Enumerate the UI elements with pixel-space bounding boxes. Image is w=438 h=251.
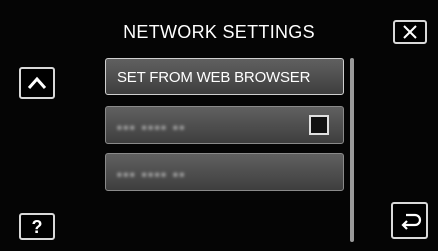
menu-item-2[interactable]: ▪▪▪ ▪▪▪▪ ▪▪ xyxy=(105,106,344,144)
menu-item-label: ▪▪▪ ▪▪▪▪ ▪▪ xyxy=(117,166,186,182)
help-button[interactable]: ? xyxy=(19,213,55,240)
close-button[interactable] xyxy=(393,20,427,44)
scrollbar[interactable] xyxy=(350,58,354,242)
menu-item-label: SET FROM WEB BROWSER xyxy=(117,69,311,86)
back-button[interactable] xyxy=(391,202,428,239)
camera-menu-screen: NETWORK SETTINGS SET FROM WEB BROWSER ▪▪… xyxy=(0,0,438,251)
chevron-up-icon xyxy=(27,76,47,89)
menu-item-label: ▪▪▪ ▪▪▪▪ ▪▪ xyxy=(117,119,186,135)
return-arrow-icon xyxy=(400,213,421,230)
close-icon xyxy=(403,25,417,39)
page-title: NETWORK SETTINGS xyxy=(123,22,315,42)
checkbox[interactable] xyxy=(309,115,329,135)
menu-item-3[interactable]: ▪▪▪ ▪▪▪▪ ▪▪ xyxy=(105,153,344,191)
menu-item-web-browser[interactable]: SET FROM WEB BROWSER xyxy=(105,58,344,95)
scroll-up-button[interactable] xyxy=(19,67,55,99)
help-label: ? xyxy=(31,216,43,237)
